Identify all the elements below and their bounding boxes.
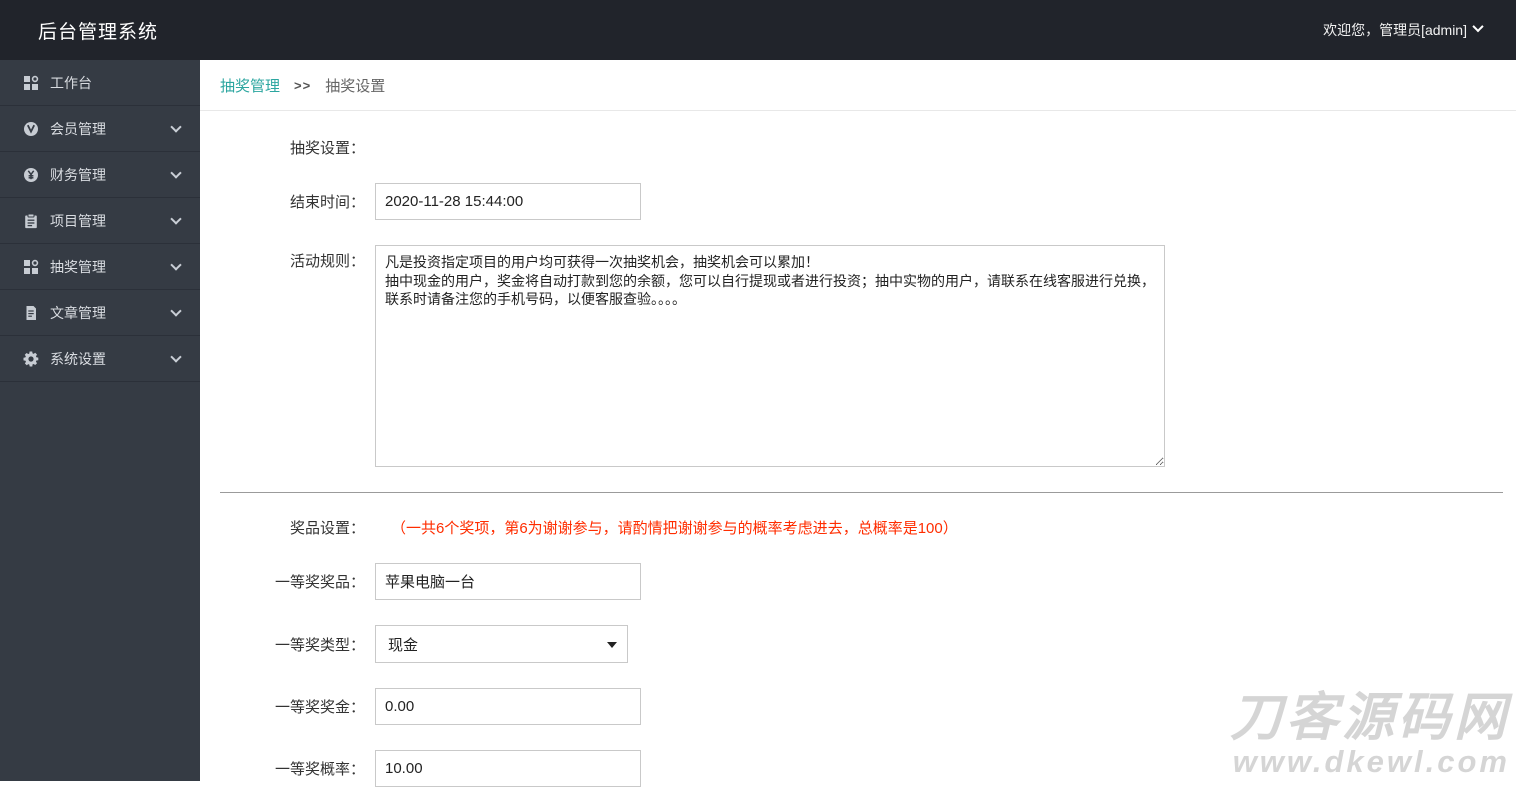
- sidebar-item-label: 抽奖管理: [50, 258, 106, 275]
- breadcrumb: 抽奖管理 >> 抽奖设置: [200, 60, 1516, 111]
- sidebar-item-label: 项目管理: [50, 212, 106, 229]
- chevron-down-icon: [170, 212, 182, 225]
- first-prize-type-value: 现金: [388, 636, 419, 654]
- prize-section-row: 奖品设置： （一共6个奖项，第6为谢谢参与，请酌情把谢谢参与的概率考虑进去，总概…: [200, 517, 1516, 538]
- form-section-title-row: 抽奖设置：: [200, 137, 1516, 158]
- chevron-down-icon: [170, 304, 182, 317]
- select-arrow-icon: [607, 642, 617, 648]
- sidebar-item-settings[interactable]: 系统设置: [0, 336, 200, 382]
- sidebar-item-articles[interactable]: 文章管理: [0, 290, 200, 336]
- sidebar-item-lottery[interactable]: 抽奖管理: [0, 244, 200, 290]
- breadcrumb-current: 抽奖设置: [325, 77, 386, 95]
- grid-icon: [22, 74, 39, 91]
- sidebar-item-label: 工作台: [50, 74, 92, 91]
- prize-section-note: （一共6个奖项，第6为谢谢参与，请酌情把谢谢参与的概率考虑进去，总概率是100）: [391, 520, 958, 537]
- chevron-down-icon: [170, 258, 182, 271]
- first-prize-type-select[interactable]: 现金: [375, 625, 628, 663]
- first-prize-probability-row: 一等奖概率：: [200, 750, 1516, 787]
- user-menu[interactable]: 欢迎您，管理员[admin]: [1323, 20, 1484, 40]
- rules-label: 活动规则：: [289, 253, 365, 270]
- first-prize-probability-input[interactable]: [375, 750, 641, 787]
- first-prize-amount-label: 一等奖奖金：: [274, 699, 365, 716]
- sidebar-item-members[interactable]: 会员管理: [0, 106, 200, 152]
- sidebar-item-finance[interactable]: 财务管理: [0, 152, 200, 198]
- app-title: 后台管理系统: [38, 21, 159, 43]
- first-prize-probability-label: 一等奖概率：: [274, 761, 365, 778]
- breadcrumb-parent-link[interactable]: 抽奖管理: [220, 75, 280, 96]
- sidebar-item-projects[interactable]: 项目管理: [0, 198, 200, 244]
- first-prize-amount-input[interactable]: [375, 688, 641, 725]
- rules-textarea[interactable]: 凡是投资指定项目的用户均可获得一次抽奖机会，抽奖机会可以累加！ 抽中现金的用户，…: [375, 245, 1165, 467]
- sidebar-item-label: 财务管理: [50, 166, 106, 183]
- rules-row: 活动规则： 凡是投资指定项目的用户均可获得一次抽奖机会，抽奖机会可以累加！ 抽中…: [200, 245, 1516, 467]
- main-content: 抽奖管理 >> 抽奖设置 抽奖设置： 结束时间： 活动规则： 凡是投资指定项目的…: [200, 60, 1516, 787]
- finance-circle-icon: [22, 166, 39, 183]
- member-circle-icon: [22, 120, 39, 137]
- end-time-input[interactable]: [375, 183, 641, 220]
- chevron-down-icon: [1472, 20, 1484, 33]
- sidebar-item-label: 会员管理: [50, 120, 106, 137]
- first-prize-type-row: 一等奖类型： 现金: [200, 625, 1516, 663]
- first-prize-type-label: 一等奖类型：: [274, 636, 365, 654]
- breadcrumb-separator: >>: [294, 77, 312, 93]
- document-icon: [22, 304, 39, 321]
- sidebar-item-label: 文章管理: [50, 304, 106, 321]
- first-prize-item-input[interactable]: [375, 563, 641, 600]
- chevron-down-icon: [170, 350, 182, 363]
- first-prize-amount-row: 一等奖奖金：: [200, 688, 1516, 725]
- first-prize-item-row: 一等奖奖品：: [200, 563, 1516, 600]
- sidebar: 工作台 会员管理 财务管理 项目管理 抽奖管理 文章管理 系统设置: [0, 60, 200, 781]
- chevron-down-icon: [170, 120, 182, 133]
- sidebar-item-workbench[interactable]: 工作台: [0, 60, 200, 106]
- clipboard-icon: [22, 212, 39, 229]
- welcome-text: 欢迎您，管理员[admin]: [1323, 22, 1467, 38]
- topbar: 后台管理系统 欢迎您，管理员[admin]: [0, 0, 1516, 60]
- end-time-row: 结束时间：: [200, 183, 1516, 220]
- first-prize-item-label: 一等奖奖品：: [274, 574, 365, 591]
- section-title: 抽奖设置：: [289, 140, 365, 157]
- grid-icon: [22, 258, 39, 275]
- end-time-label: 结束时间：: [289, 194, 365, 211]
- prize-section-label: 奖品设置：: [289, 520, 365, 537]
- section-divider: [220, 492, 1503, 493]
- chevron-down-icon: [170, 166, 182, 179]
- lottery-settings-form: 抽奖设置： 结束时间： 活动规则： 凡是投资指定项目的用户均可获得一次抽奖机会，…: [200, 111, 1516, 787]
- sidebar-item-label: 系统设置: [50, 350, 106, 367]
- gear-icon: [22, 350, 39, 367]
